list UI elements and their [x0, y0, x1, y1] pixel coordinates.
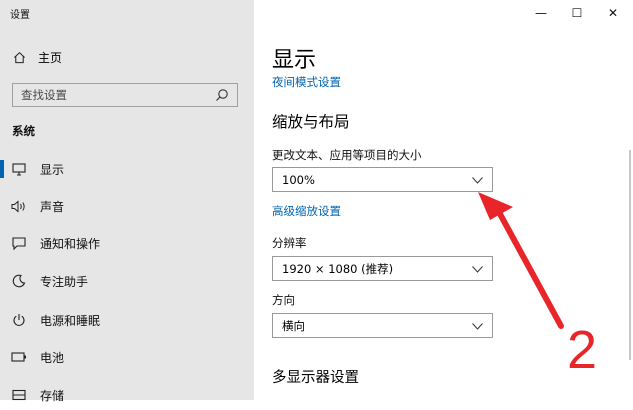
annotation-number: 2: [567, 320, 597, 380]
annotation-arrow-overlay: 2: [478, 192, 597, 380]
